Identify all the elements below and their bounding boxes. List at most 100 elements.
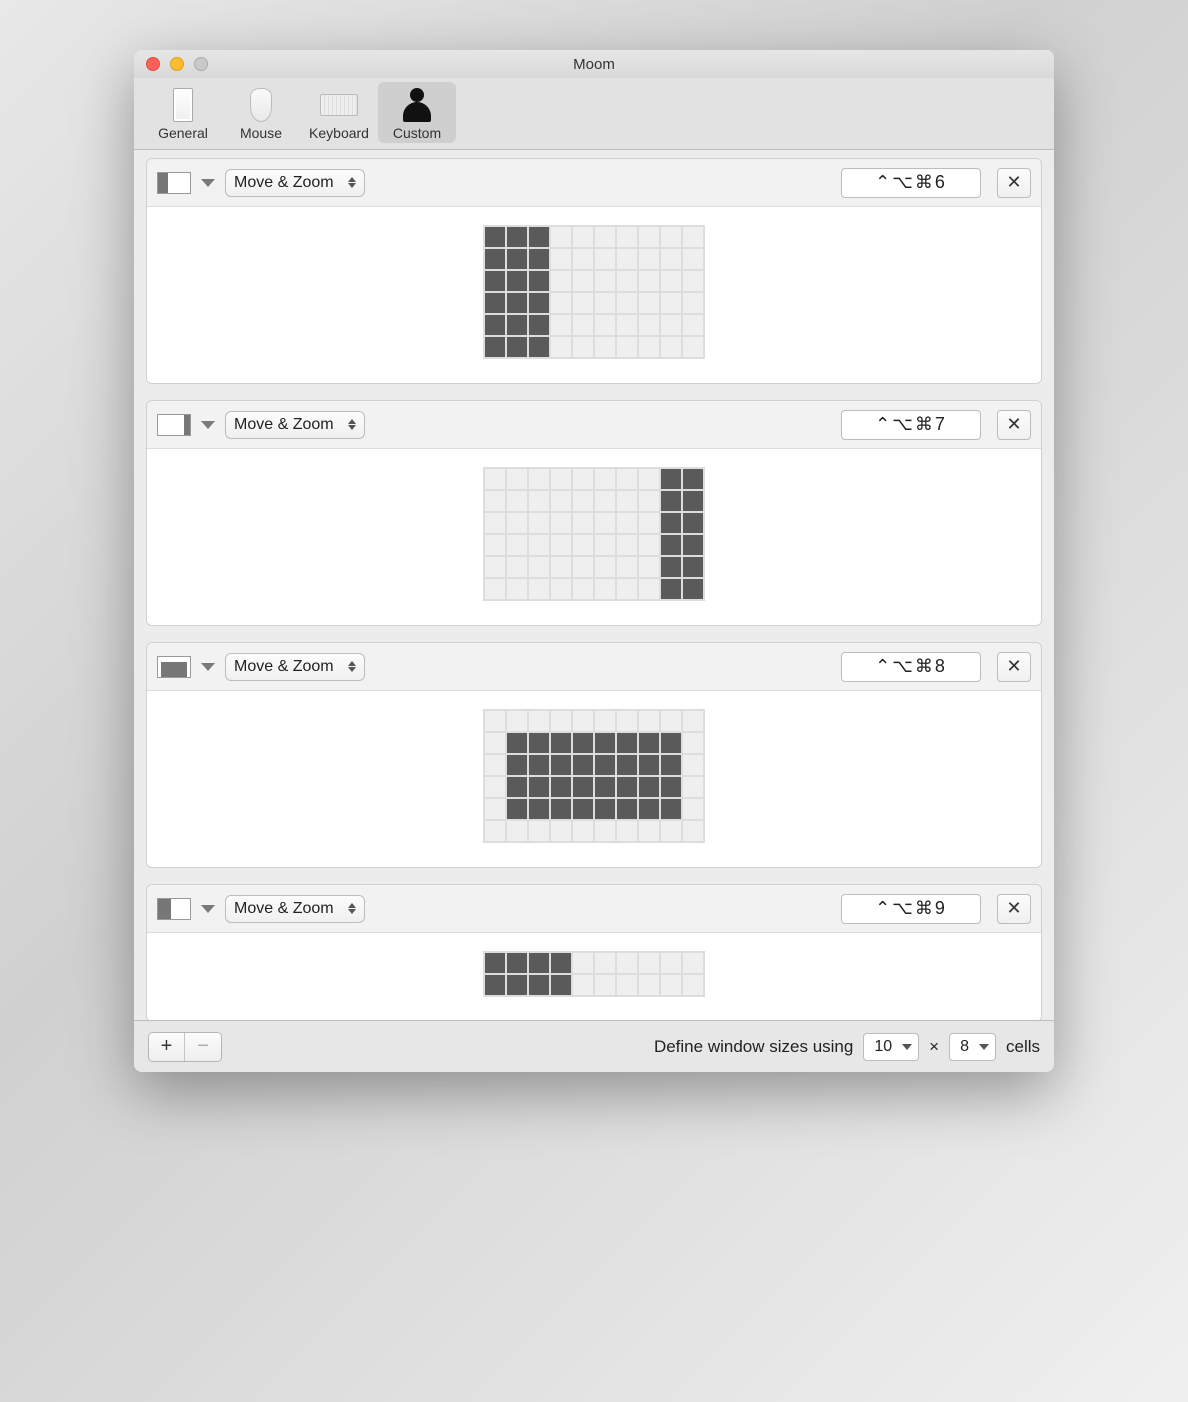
grid-cell[interactable] [573, 755, 593, 775]
grid-cell[interactable] [507, 777, 527, 797]
grid-cell[interactable] [551, 975, 571, 995]
grid-cell[interactable] [661, 535, 681, 555]
cell-grid[interactable] [483, 467, 705, 601]
grid-cell[interactable] [551, 711, 571, 731]
grid-cell[interactable] [485, 227, 505, 247]
grid-cell[interactable] [595, 579, 615, 599]
grid-cell[interactable] [485, 953, 505, 973]
grid-cell[interactable] [551, 293, 571, 313]
grid-cell[interactable] [573, 227, 593, 247]
grid-cell[interactable] [661, 469, 681, 489]
grid-cell[interactable] [617, 491, 637, 511]
grid-cell[interactable] [485, 469, 505, 489]
grid-cell[interactable] [683, 227, 703, 247]
grid-cell[interactable] [639, 293, 659, 313]
grid-cell[interactable] [573, 711, 593, 731]
cell-grid[interactable] [483, 225, 705, 359]
grid-cell[interactable] [573, 733, 593, 753]
grid-cell[interactable] [529, 491, 549, 511]
grid-cell[interactable] [639, 271, 659, 291]
grid-cell[interactable] [617, 755, 637, 775]
grid-cell[interactable] [551, 491, 571, 511]
grid-cell[interactable] [683, 249, 703, 269]
grid-cell[interactable] [507, 293, 527, 313]
grid-cell[interactable] [639, 315, 659, 335]
layout-thumbnail-icon[interactable] [157, 172, 191, 194]
grid-cell[interactable] [573, 975, 593, 995]
grid-cell[interactable] [617, 227, 637, 247]
action-type-popup[interactable]: Move & Zoom [225, 895, 365, 923]
custom-action-row[interactable]: Move & Zoom⌃⌥⌘7✕ [146, 400, 1042, 626]
clear-shortcut-button[interactable]: ✕ [997, 168, 1031, 198]
titlebar[interactable]: Moom [134, 50, 1054, 78]
tab-keyboard[interactable]: Keyboard [300, 82, 378, 143]
custom-action-row[interactable]: Move & Zoom⌃⌥⌘6✕ [146, 158, 1042, 384]
grid-cell[interactable] [595, 799, 615, 819]
grid-cell[interactable] [683, 711, 703, 731]
grid-cell[interactable] [529, 953, 549, 973]
grid-cell[interactable] [683, 579, 703, 599]
grid-cell[interactable] [551, 249, 571, 269]
grid-cell[interactable] [683, 337, 703, 357]
cell-grid[interactable] [483, 709, 705, 843]
grid-cell[interactable] [485, 975, 505, 995]
grid-cell[interactable] [529, 557, 549, 577]
grid-cell[interactable] [595, 733, 615, 753]
grid-cell[interactable] [507, 227, 527, 247]
grid-cell[interactable] [661, 711, 681, 731]
custom-action-row[interactable]: Move & Zoom⌃⌥⌘9✕ [146, 884, 1042, 1020]
grid-cell[interactable] [595, 777, 615, 797]
grid-cell[interactable] [529, 821, 549, 841]
tab-general[interactable]: General [144, 82, 222, 143]
grid-cell[interactable] [551, 535, 571, 555]
grid-cell[interactable] [529, 513, 549, 533]
grid-cell[interactable] [661, 777, 681, 797]
grid-cell[interactable] [661, 249, 681, 269]
grid-cell[interactable] [661, 293, 681, 313]
grid-cell[interactable] [595, 821, 615, 841]
grid-cell[interactable] [595, 249, 615, 269]
grid-cell[interactable] [573, 821, 593, 841]
grid-cell[interactable] [573, 513, 593, 533]
grid-cell[interactable] [639, 535, 659, 555]
grid-cell[interactable] [595, 755, 615, 775]
grid-cell[interactable] [661, 953, 681, 973]
grid-cell[interactable] [485, 799, 505, 819]
grid-cell[interactable] [639, 777, 659, 797]
grid-cell[interactable] [529, 733, 549, 753]
grid-cell[interactable] [617, 469, 637, 489]
grid-cell[interactable] [551, 953, 571, 973]
disclosure-triangle-icon[interactable] [201, 905, 215, 913]
grid-cell[interactable] [617, 337, 637, 357]
grid-cell[interactable] [529, 271, 549, 291]
grid-cell[interactable] [529, 579, 549, 599]
grid-cell[interactable] [661, 733, 681, 753]
grid-cell[interactable] [617, 821, 637, 841]
grid-cell[interactable] [617, 711, 637, 731]
grid-cell[interactable] [507, 557, 527, 577]
grid-cell[interactable] [507, 513, 527, 533]
grid-cell[interactable] [683, 315, 703, 335]
grid-cell[interactable] [617, 975, 637, 995]
grid-cell[interactable] [551, 337, 571, 357]
grid-cell[interactable] [639, 227, 659, 247]
grid-cell[interactable] [595, 975, 615, 995]
grid-cell[interactable] [639, 491, 659, 511]
grid-cell[interactable] [661, 227, 681, 247]
grid-cell[interactable] [661, 821, 681, 841]
grid-cell[interactable] [551, 799, 571, 819]
grid-cell[interactable] [485, 777, 505, 797]
tab-mouse[interactable]: Mouse [222, 82, 300, 143]
grid-cell[interactable] [661, 755, 681, 775]
grid-cell[interactable] [507, 249, 527, 269]
grid-cell[interactable] [507, 953, 527, 973]
grid-cell[interactable] [573, 535, 593, 555]
grid-cell[interactable] [683, 469, 703, 489]
grid-cell[interactable] [573, 777, 593, 797]
grid-cell[interactable] [639, 337, 659, 357]
grid-cell[interactable] [639, 557, 659, 577]
shortcut-field[interactable]: ⌃⌥⌘7 [841, 410, 981, 440]
grid-cell[interactable] [595, 557, 615, 577]
grid-cell[interactable] [683, 953, 703, 973]
layout-thumbnail-icon[interactable] [157, 898, 191, 920]
